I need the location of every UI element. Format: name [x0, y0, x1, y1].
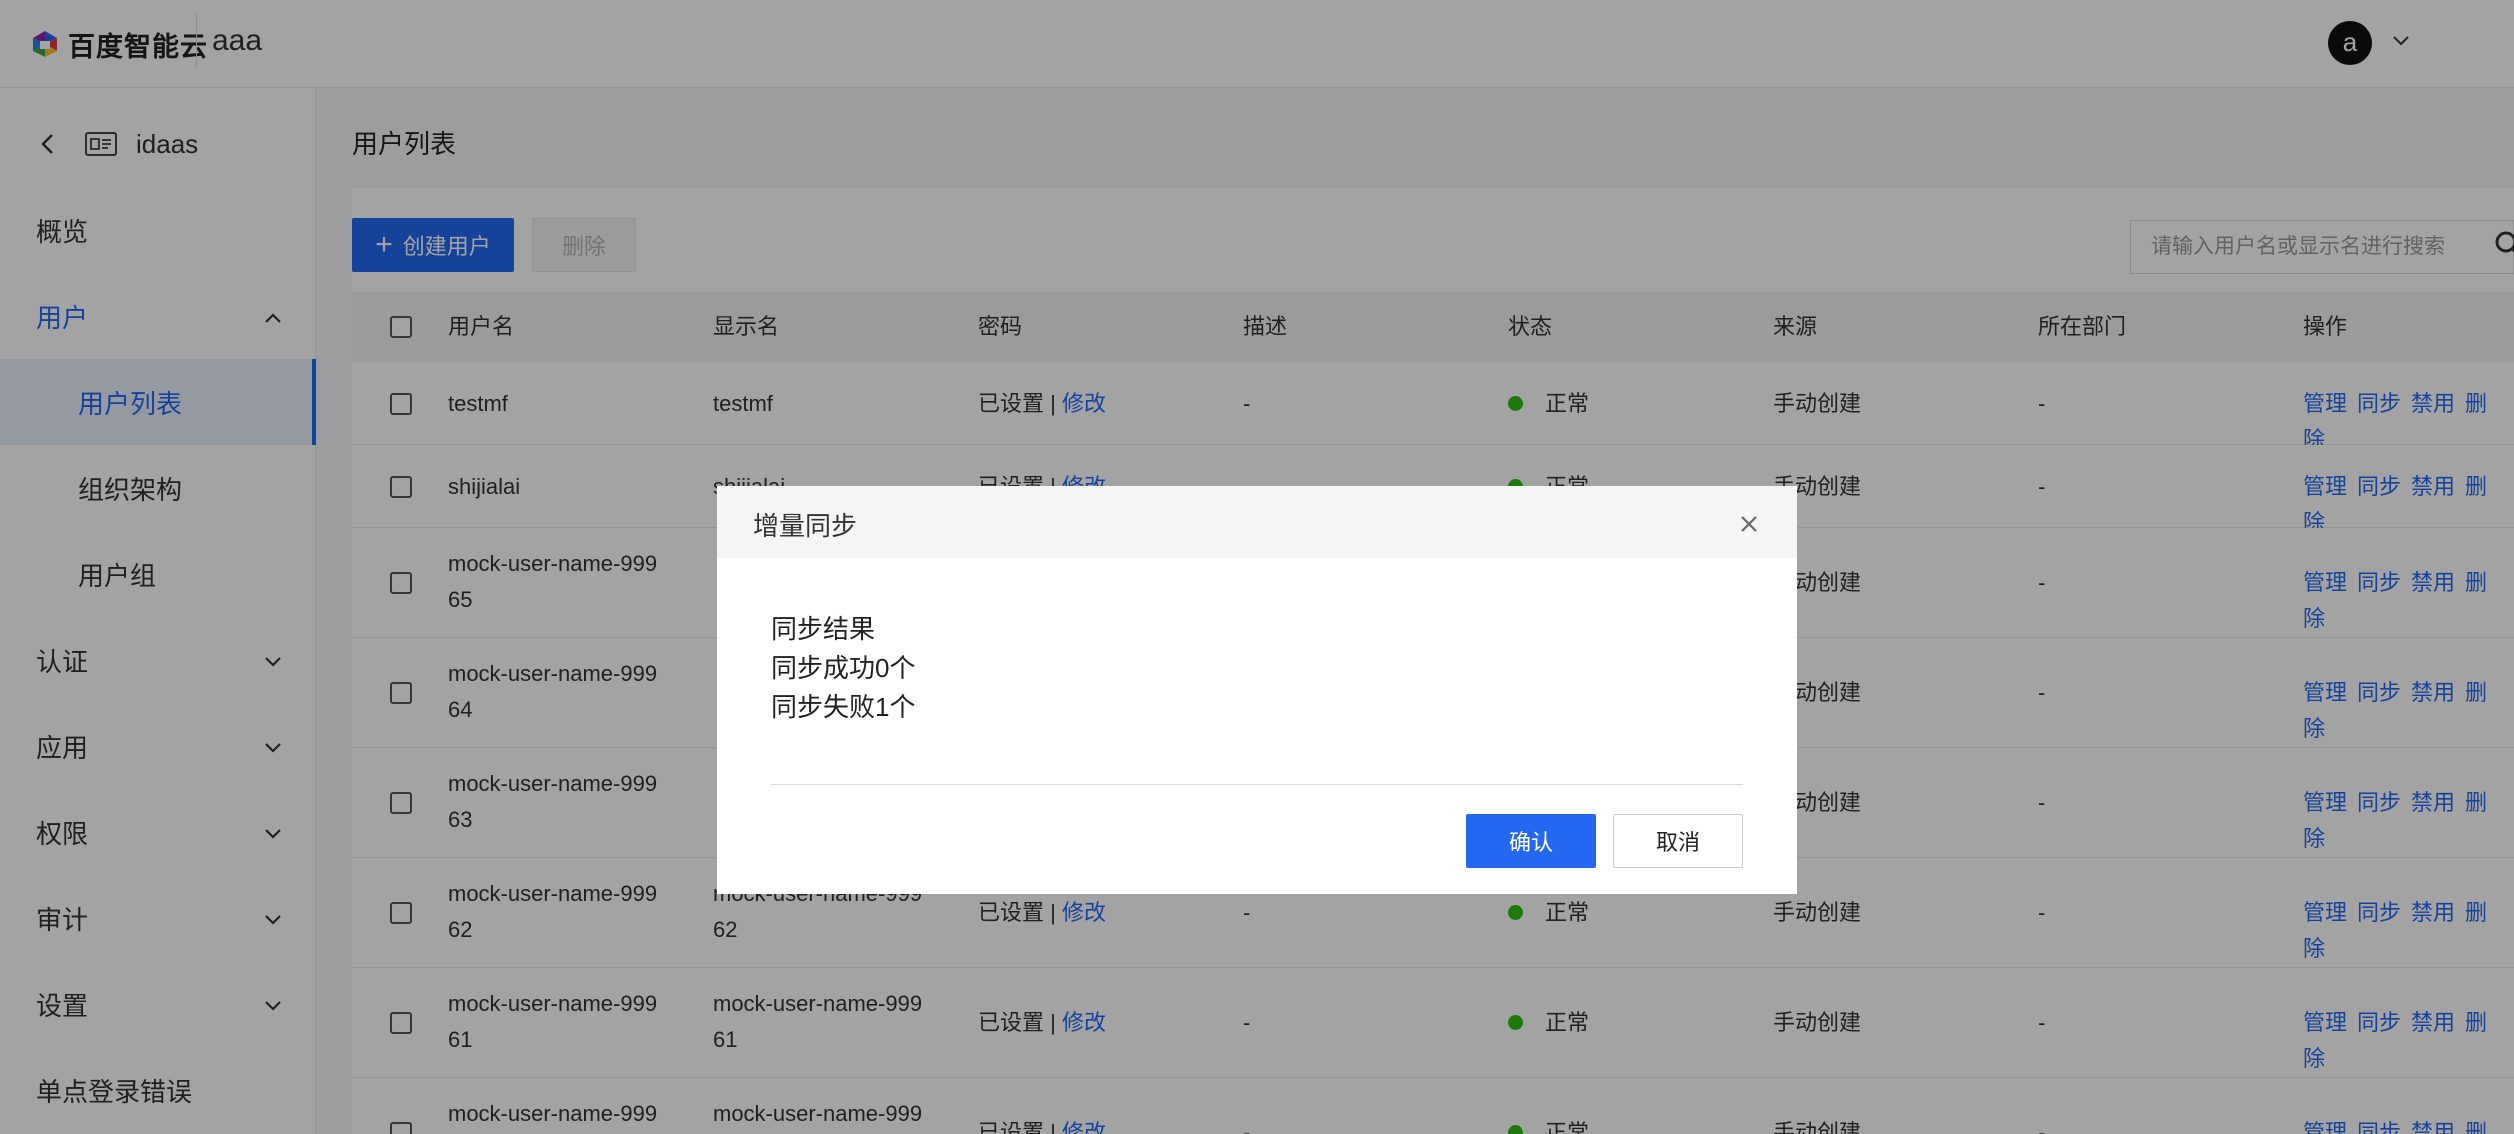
- dialog-divider: [771, 784, 1743, 785]
- dialog-body: 同步结果 同步成功0个 同步失败1个: [771, 610, 915, 727]
- close-icon[interactable]: [1739, 514, 1759, 534]
- cancel-button[interactable]: 取消: [1613, 814, 1743, 868]
- dialog-header: 增量同步: [717, 486, 1797, 558]
- sync-failure-count: 同步失败1个: [771, 692, 916, 722]
- dialog-title: 增量同步: [753, 511, 858, 541]
- sync-result-heading: 同步结果: [771, 614, 876, 644]
- confirm-button[interactable]: 确认: [1466, 814, 1596, 868]
- sync-dialog: 增量同步 同步结果 同步成功0个 同步失败1个 确认 取消: [717, 486, 1797, 894]
- sync-success-count: 同步成功0个: [771, 653, 916, 683]
